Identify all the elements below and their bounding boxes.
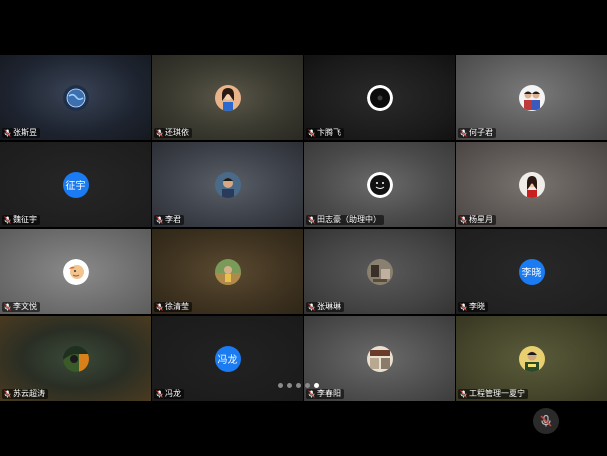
video-grid: 张斯昱 还琪依 卞腾飞 何子君 征宇 魏征宇 李君 田志豪（助理中） 杨星月 李文悦 徐清莹 张琳琳李…	[0, 55, 607, 401]
participant-tile[interactable]: 杨星月	[456, 142, 607, 227]
participant-name-tag: 魏征宇	[2, 215, 40, 225]
participant-name: 李君	[165, 215, 181, 224]
participant-tile[interactable]: 徐清莹	[152, 229, 303, 314]
participant-avatar	[518, 171, 545, 198]
mic-muted-icon	[4, 129, 11, 137]
participant-avatar: 李晓	[518, 258, 545, 285]
mic-muted-icon	[540, 414, 552, 427]
participant-avatar	[62, 258, 89, 285]
participant-name: 张斯昱	[13, 128, 37, 137]
mic-muted-icon	[4, 390, 11, 398]
participant-name-tag: 张斯昱	[2, 128, 40, 138]
participant-tile[interactable]: 张斯昱	[0, 55, 151, 140]
participant-tile[interactable]: 田志豪（助理中）	[304, 142, 455, 227]
participant-name-tag: 杨星月	[458, 215, 496, 225]
participant-name: 苏云超涛	[13, 389, 45, 398]
participant-tile[interactable]: 征宇魏征宇	[0, 142, 151, 227]
mic-muted-icon	[156, 390, 163, 398]
participant-name-tag: 徐清莹	[154, 302, 192, 312]
mic-muted-icon	[460, 303, 467, 311]
participant-avatar	[366, 171, 393, 198]
participant-avatar	[518, 345, 545, 372]
mic-muted-icon	[308, 390, 315, 398]
participant-avatar: 冯龙	[214, 345, 241, 372]
participant-avatar: 征宇	[62, 171, 89, 198]
participant-name-tag: 卞腾飞	[306, 128, 344, 138]
participant-tile[interactable]: 李文悦	[0, 229, 151, 314]
mic-muted-icon	[308, 216, 315, 224]
participant-name: 何子君	[469, 128, 493, 137]
page-dot[interactable]	[278, 383, 283, 388]
participant-name: 徐清莹	[165, 302, 189, 311]
participant-name-tag: 何子君	[458, 128, 496, 138]
participant-name-tag: 李春阳	[306, 389, 344, 399]
mic-muted-icon	[156, 303, 163, 311]
participant-name-tag: 工程管理一夏宁	[458, 389, 528, 399]
mic-muted-icon	[156, 216, 163, 224]
mic-muted-icon	[4, 216, 11, 224]
mic-muted-icon	[460, 129, 467, 137]
participant-tile[interactable]: 李君	[152, 142, 303, 227]
participant-avatar	[366, 345, 393, 372]
participant-name-tag: 李君	[154, 215, 184, 225]
mute-button[interactable]	[533, 408, 559, 434]
page-dot[interactable]	[314, 383, 319, 388]
participant-avatar	[366, 258, 393, 285]
mic-muted-icon	[156, 129, 163, 137]
participant-name: 魏征宇	[13, 215, 37, 224]
participant-name-tag: 苏云超涛	[2, 389, 48, 399]
page-dot[interactable]	[296, 383, 301, 388]
participant-tile[interactable]: 冯龙 冯龙	[152, 316, 303, 401]
mic-muted-icon	[4, 303, 11, 311]
participant-tile[interactable]: 何子君	[456, 55, 607, 140]
participant-name: 李春阳	[317, 389, 341, 398]
mic-muted-icon	[308, 303, 315, 311]
participant-name: 田志豪（助理中）	[317, 215, 381, 224]
participant-name-tag: 田志豪（助理中）	[306, 215, 384, 225]
participant-avatar	[62, 84, 89, 111]
participant-avatar	[62, 345, 89, 372]
mic-muted-icon	[460, 216, 467, 224]
participant-name-tag: 张琳琳	[306, 302, 344, 312]
participant-avatar	[366, 84, 393, 111]
page-indicator[interactable]	[278, 383, 319, 388]
participant-name: 还琪依	[165, 128, 189, 137]
participant-name-tag: 冯龙	[154, 389, 184, 399]
participant-name: 工程管理一夏宁	[469, 389, 525, 398]
page-dot[interactable]	[287, 383, 292, 388]
participant-tile[interactable]: 张琳琳	[304, 229, 455, 314]
participant-tile[interactable]: 李春阳	[304, 316, 455, 401]
participant-name-tag: 李晓	[458, 302, 488, 312]
participant-name-tag: 还琪依	[154, 128, 192, 138]
participant-tile[interactable]: 还琪依	[152, 55, 303, 140]
participant-avatar	[214, 258, 241, 285]
participant-tile[interactable]: 工程管理一夏宁	[456, 316, 607, 401]
participant-tile[interactable]: 苏云超涛	[0, 316, 151, 401]
mic-muted-icon	[460, 390, 467, 398]
participant-name-tag: 李文悦	[2, 302, 40, 312]
participant-name: 李文悦	[13, 302, 37, 311]
participant-avatar	[214, 84, 241, 111]
participant-tile[interactable]: 卞腾飞	[304, 55, 455, 140]
mic-muted-icon	[308, 129, 315, 137]
participant-name: 李晓	[469, 302, 485, 311]
participant-name: 张琳琳	[317, 302, 341, 311]
participant-name: 卞腾飞	[317, 128, 341, 137]
participant-name: 冯龙	[165, 389, 181, 398]
participant-avatar	[518, 84, 545, 111]
participant-avatar	[214, 171, 241, 198]
participant-tile[interactable]: 李晓 李晓	[456, 229, 607, 314]
participant-name: 杨星月	[469, 215, 493, 224]
page-dot[interactable]	[305, 383, 310, 388]
